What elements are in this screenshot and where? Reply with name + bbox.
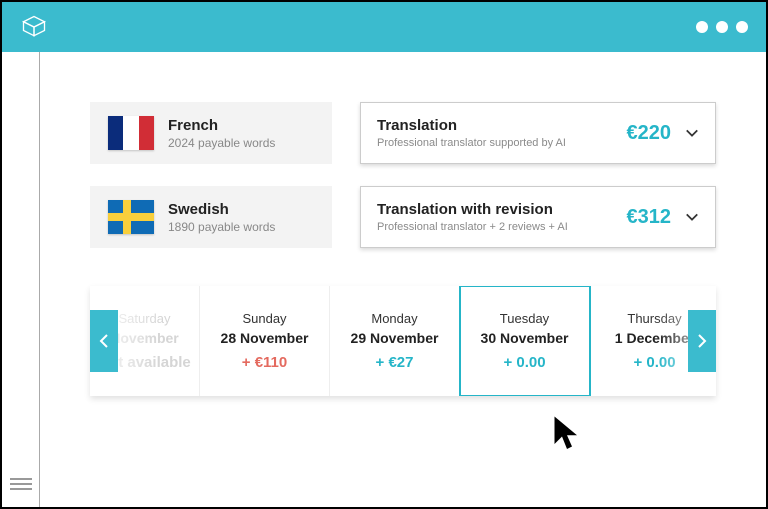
window-dot-icon[interactable]: [736, 21, 748, 33]
day-of-week: Sunday: [242, 311, 286, 326]
date-option[interactable]: Monday 29 November + €27: [330, 286, 460, 396]
window-dot-icon[interactable]: [696, 21, 708, 33]
day-of-week: Thursday: [627, 311, 681, 326]
date-price: + €110: [242, 354, 287, 371]
calendar-date: 29 November: [351, 330, 439, 346]
language-word-count: 1890 payable words: [168, 220, 275, 234]
app-window: French 2024 payable words Translation Pr…: [0, 0, 768, 509]
date-price: + 0.00: [633, 354, 675, 371]
flag-france-icon: [108, 116, 154, 150]
title-bar: [2, 2, 766, 52]
date-price: + €27: [376, 354, 414, 371]
date-prev-button[interactable]: [90, 310, 118, 372]
main-content: French 2024 payable words Translation Pr…: [40, 52, 766, 507]
language-name: French: [168, 117, 275, 134]
chevron-down-icon[interactable]: [685, 210, 699, 224]
date-price: + 0.00: [503, 354, 545, 371]
scroll-handle-icon[interactable]: [10, 475, 32, 499]
language-card-swedish[interactable]: Swedish 1890 payable words: [90, 186, 332, 248]
chevron-down-icon[interactable]: [685, 126, 699, 140]
day-of-week: Monday: [371, 311, 417, 326]
service-card-swedish[interactable]: Translation with revision Professional t…: [360, 186, 716, 248]
date-next-button[interactable]: [688, 310, 716, 372]
calendar-date: November: [110, 330, 178, 346]
language-name: Swedish: [168, 201, 275, 218]
language-row: French 2024 payable words Translation Pr…: [90, 102, 716, 164]
language-word-count: 2024 payable words: [168, 136, 275, 150]
day-of-week: Saturday: [118, 311, 170, 326]
service-price: €312: [627, 206, 672, 229]
window-dot-icon[interactable]: [716, 21, 728, 33]
language-card-french[interactable]: French 2024 payable words: [90, 102, 332, 164]
calendar-date: 28 November: [221, 330, 309, 346]
date-scroll: Saturday November Not available Sunday 2…: [90, 286, 716, 396]
service-subtitle: Professional translator supported by AI: [377, 137, 627, 149]
calendar-date: 1 December: [615, 330, 694, 346]
service-subtitle: Professional translator + 2 reviews + AI: [377, 221, 627, 233]
day-of-week: Tuesday: [500, 311, 549, 326]
delivery-date-picker: Saturday November Not available Sunday 2…: [90, 286, 716, 396]
service-card-french[interactable]: Translation Professional translator supp…: [360, 102, 716, 164]
service-title: Translation: [377, 117, 627, 134]
scrollbar-track[interactable]: [2, 52, 40, 507]
service-price: €220: [627, 122, 672, 145]
flag-sweden-icon: [108, 200, 154, 234]
app-logo-icon: [20, 13, 48, 41]
calendar-date: 30 November: [481, 330, 569, 346]
language-row: Swedish 1890 payable words Translation w…: [90, 186, 716, 248]
window-controls: [696, 21, 748, 33]
service-title: Translation with revision: [377, 201, 627, 218]
date-option-selected[interactable]: Tuesday 30 November + 0.00: [460, 286, 590, 396]
date-option[interactable]: Sunday 28 November + €110: [200, 286, 330, 396]
mouse-cursor-icon: [552, 414, 582, 448]
